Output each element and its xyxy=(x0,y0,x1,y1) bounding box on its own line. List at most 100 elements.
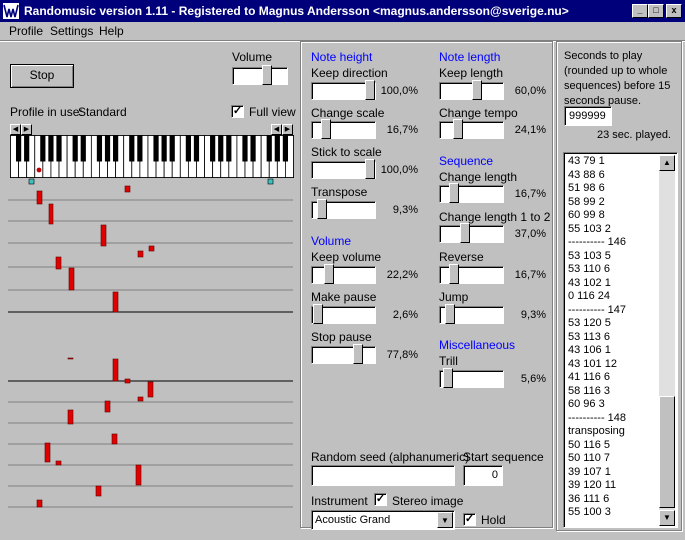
slider-thumb[interactable] xyxy=(449,264,459,284)
stereo-image-label: Stereo image xyxy=(392,494,464,508)
note-mark xyxy=(55,460,62,466)
scroll-thumb[interactable] xyxy=(659,396,675,508)
maximize-button[interactable]: □ xyxy=(648,4,664,18)
list-item[interactable]: 58 116 3 xyxy=(565,385,659,399)
hold-checkbox[interactable]: ✓ xyxy=(463,513,476,526)
list-item[interactable]: 58 99 2 xyxy=(565,196,659,210)
list-item[interactable]: 60 99 8 xyxy=(565,209,659,223)
stereo-image-checkbox[interactable]: ✓ xyxy=(374,493,387,506)
list-item[interactable]: 50 110 7 xyxy=(565,452,659,466)
slider-thumb[interactable] xyxy=(313,304,323,324)
list-item[interactable]: 50 116 5 xyxy=(565,439,659,453)
list-item[interactable]: 36 111 6 xyxy=(565,493,659,507)
list-item[interactable]: ---------- 146 xyxy=(565,236,659,250)
scroll-down-icon[interactable]: ▼ xyxy=(659,510,675,526)
black-key xyxy=(40,135,46,162)
black-key xyxy=(96,135,103,162)
make-pause-slider[interactable] xyxy=(311,304,376,324)
full-view-checkbox[interactable]: ✓ xyxy=(231,105,244,118)
piano-keyboard[interactable] xyxy=(10,135,294,187)
stop-button[interactable]: Stop xyxy=(10,64,74,88)
scroll-up-icon[interactable]: ▲ xyxy=(659,155,675,171)
window-title: Randomusic version 1.11 - Registered to … xyxy=(24,4,569,18)
list-item[interactable]: 53 103 5 xyxy=(565,250,659,264)
slider-thumb[interactable] xyxy=(324,264,334,284)
seconds-input[interactable]: 999999 xyxy=(564,106,612,126)
menu-settings[interactable]: Settings xyxy=(50,24,93,38)
black-key xyxy=(15,135,22,162)
trill-slider[interactable] xyxy=(439,368,504,388)
minimize-button[interactable]: _ xyxy=(632,4,648,18)
title-bar[interactable]: Randomusic version 1.11 - Registered to … xyxy=(0,0,685,22)
start-sequence-input[interactable]: 0 xyxy=(463,465,503,486)
scroll-left-icon[interactable]: ◀ xyxy=(10,124,21,135)
instrument-dropdown[interactable]: Acoustic Grand ▼ xyxy=(311,510,455,530)
list-item[interactable]: ---------- 147 xyxy=(565,304,659,318)
seed-label: Random seed (alphanumeric) xyxy=(311,450,470,464)
note-mark xyxy=(67,409,74,425)
slider-thumb[interactable] xyxy=(321,119,331,139)
stick-to-scale-slider[interactable] xyxy=(311,159,376,179)
list-item[interactable]: ---------- 148 xyxy=(565,412,659,426)
instrument-label: Instrument xyxy=(311,494,368,508)
scroll-left-icon[interactable]: ◀ xyxy=(271,124,282,135)
chevron-down-icon[interactable]: ▼ xyxy=(437,512,453,528)
stop-pause-slider[interactable] xyxy=(311,344,376,364)
black-key xyxy=(104,135,111,162)
seed-input[interactable] xyxy=(311,465,455,486)
transpose-slider[interactable] xyxy=(311,199,376,219)
black-key xyxy=(266,135,272,162)
reverse-slider[interactable] xyxy=(439,264,504,284)
keep-volume-slider[interactable] xyxy=(311,264,376,284)
slider-thumb[interactable] xyxy=(262,65,272,85)
change-scale-slider[interactable] xyxy=(311,119,376,139)
slider-thumb[interactable] xyxy=(317,199,327,219)
keep-length-value: 60,0% xyxy=(514,85,546,97)
list-item[interactable]: 43 79 1 xyxy=(565,155,659,169)
note-mark xyxy=(112,291,119,313)
slider-thumb[interactable] xyxy=(472,80,482,100)
change-length-slider[interactable] xyxy=(439,183,504,203)
list-item[interactable]: 39 107 1 xyxy=(565,466,659,480)
keep-direction-label: Keep direction xyxy=(311,66,388,80)
close-button[interactable]: x xyxy=(666,4,682,18)
change-length-1-to-2-slider[interactable] xyxy=(439,223,504,243)
list-scrollbar[interactable]: ▲ ▼ xyxy=(659,155,675,526)
change-tempo-slider[interactable] xyxy=(439,119,504,139)
note-mark xyxy=(55,256,62,270)
change-length-1-to-2-label: Change length 1 to 2 xyxy=(439,210,551,224)
black-key xyxy=(56,135,62,162)
slider-thumb[interactable] xyxy=(453,119,463,139)
black-key xyxy=(218,135,224,162)
list-item[interactable]: 55 103 2 xyxy=(565,223,659,237)
list-item[interactable]: 43 102 1 xyxy=(565,277,659,291)
list-item[interactable]: 51 98 6 xyxy=(565,182,659,196)
list-item[interactable]: 43 101 12 xyxy=(565,358,659,372)
master-volume-slider[interactable] xyxy=(232,65,288,85)
app-icon[interactable] xyxy=(3,3,19,19)
menu-help[interactable]: Help xyxy=(99,24,124,38)
list-item[interactable]: 43 106 1 xyxy=(565,344,659,358)
list-item[interactable]: 39 120 11 xyxy=(565,479,659,493)
list-item[interactable]: 55 100 3 xyxy=(565,506,659,520)
keep-direction-slider[interactable] xyxy=(311,80,376,100)
list-item[interactable]: transposing xyxy=(565,425,659,439)
list-item[interactable]: 43 88 6 xyxy=(565,169,659,183)
slider-thumb[interactable] xyxy=(460,223,470,243)
slider-thumb[interactable] xyxy=(445,304,455,324)
list-item[interactable]: 53 113 6 xyxy=(565,331,659,345)
list-item[interactable]: 53 120 5 xyxy=(565,317,659,331)
slider-thumb[interactable] xyxy=(443,368,453,388)
keep-length-slider[interactable] xyxy=(439,80,504,100)
list-item[interactable]: 41 116 6 xyxy=(565,371,659,385)
scroll-right-icon[interactable]: ▶ xyxy=(282,124,293,135)
jump-slider[interactable] xyxy=(439,304,504,324)
list-item[interactable]: 53 110 6 xyxy=(565,263,659,277)
slider-thumb[interactable] xyxy=(449,183,459,203)
hold-label: Hold xyxy=(481,513,506,527)
list-item[interactable]: 60 96 3 xyxy=(565,398,659,412)
scroll-right-icon[interactable]: ▶ xyxy=(21,124,32,135)
list-item[interactable]: 0 116 24 xyxy=(565,290,659,304)
menu-profile[interactable]: Profile xyxy=(9,24,43,38)
slider-thumb[interactable] xyxy=(353,344,363,364)
